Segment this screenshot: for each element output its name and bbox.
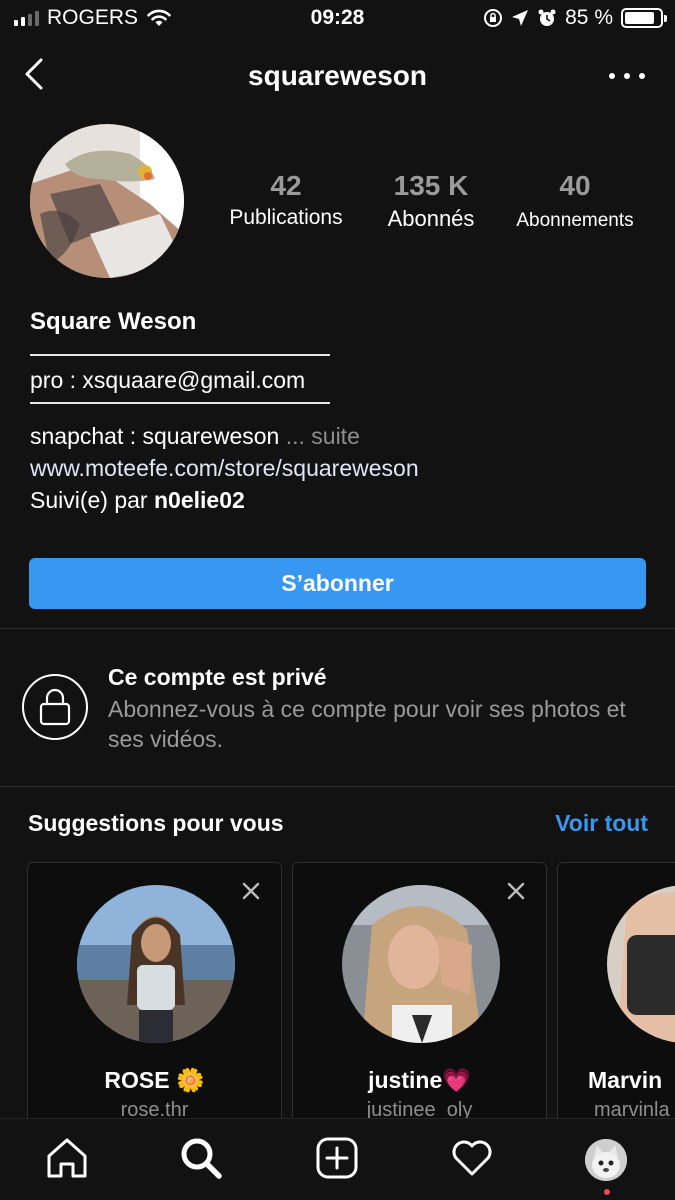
suggestion-name: ROSE 🌼 [104, 1067, 205, 1093]
see-all-link[interactable]: Voir tout [555, 810, 648, 837]
tab-profile-avatar[interactable] [585, 1139, 627, 1181]
tab-home[interactable] [44, 1135, 90, 1181]
bio-email: pro : xsquaare@gmail.com [30, 367, 306, 393]
profile-bio: Square Weson pro : xsquaare@gmail.com sn… [30, 306, 650, 516]
private-title: Ce compte est privé [108, 664, 327, 690]
heart-icon [452, 1140, 492, 1176]
close-icon[interactable] [241, 881, 261, 901]
stat-label: Abonnés [387, 206, 475, 231]
rotation-lock-icon [484, 9, 503, 27]
bio-divider [30, 402, 330, 404]
followed-by-prefix: Suivi(e) par [30, 487, 154, 513]
bio-divider [30, 354, 330, 356]
alarm-icon [538, 9, 556, 26]
bio-website-link[interactable]: www.moteefe.com/store/squareweson [30, 452, 650, 484]
tab-activity[interactable] [449, 1135, 495, 1181]
search-icon [181, 1138, 222, 1179]
tab-search[interactable] [178, 1135, 224, 1181]
location-icon [512, 10, 529, 26]
stat-value: 42 [270, 170, 302, 201]
status-right: 85 % [483, 6, 667, 30]
suggestion-avatar[interactable] [342, 885, 500, 1043]
profile-header: squareweson [0, 50, 675, 102]
suggestion-avatar[interactable] [607, 885, 675, 1043]
stat-value: 135 K [393, 170, 469, 201]
followed-by-user: n0elie02 [153, 487, 245, 513]
bottom-tab-bar [0, 1118, 675, 1200]
suggestion-card[interactable]: justine💗 justinee_oly [292, 862, 547, 1122]
battery-icon [621, 8, 667, 28]
page-title: squareweson [248, 60, 427, 91]
bio-snapchat: snapchat : squareweson [30, 423, 280, 449]
lock-icon [22, 674, 88, 740]
subscribe-button[interactable]: S’abonner [29, 558, 646, 609]
stat-label: Abonnements [516, 210, 634, 231]
home-icon [47, 1138, 87, 1178]
tab-new-post[interactable] [314, 1135, 360, 1181]
cat-avatar-image [585, 1139, 627, 1181]
suggestion-card[interactable]: Marvin marvinla [557, 862, 675, 1122]
battery-fill [625, 12, 654, 24]
bio-more-link[interactable]: ... suite [286, 423, 360, 449]
suggestions-title: Suggestions pour vous [28, 810, 284, 836]
more-horizontal-icon [609, 73, 615, 79]
stat-publications[interactable]: 42 Publications [210, 170, 362, 230]
suggestion-name: justine💗 [368, 1067, 471, 1093]
private-description: Abonnez-vous à ce compte pour voir ses p… [108, 696, 626, 752]
suggestion-name: Marvin [588, 1067, 663, 1093]
close-icon[interactable] [506, 881, 526, 901]
suggestions-carousel[interactable]: ROSE 🌼 rose.thr justine💗 justinee_oly Ma… [27, 862, 675, 1122]
followed-by[interactable]: Suivi(e) par n0elie02 [30, 484, 650, 516]
stat-following[interactable]: 40 Abonnements [508, 170, 642, 232]
more-options-button[interactable] [609, 64, 645, 88]
suggestions-header: Suggestions pour vous Voir tout [28, 810, 648, 842]
status-bar: ROGERS 09:28 85 % [0, 0, 675, 40]
suggestion-avatar[interactable] [77, 885, 235, 1043]
profile-name: Square Weson [30, 308, 197, 335]
private-account-notice: Ce compte est privé Abonnez-vous à ce co… [0, 630, 675, 786]
section-divider [0, 786, 675, 787]
section-divider [0, 628, 675, 629]
add-post-icon [316, 1137, 358, 1179]
notification-dot [604, 1189, 610, 1195]
battery-percent: 85 % [565, 6, 613, 29]
stat-followers[interactable]: 135 K Abonnés [370, 170, 492, 232]
avatar-image [30, 124, 184, 278]
profile-avatar[interactable] [30, 124, 184, 278]
avatar-image [342, 885, 500, 1043]
bio-snapchat-line: snapchat : squareweson ... suite [30, 420, 650, 452]
avatar-image [77, 885, 235, 1043]
stat-value: 40 [559, 170, 591, 201]
stat-label: Publications [229, 206, 343, 229]
avatar-image [607, 885, 675, 1043]
suggestion-card[interactable]: ROSE 🌼 rose.thr [27, 862, 282, 1122]
